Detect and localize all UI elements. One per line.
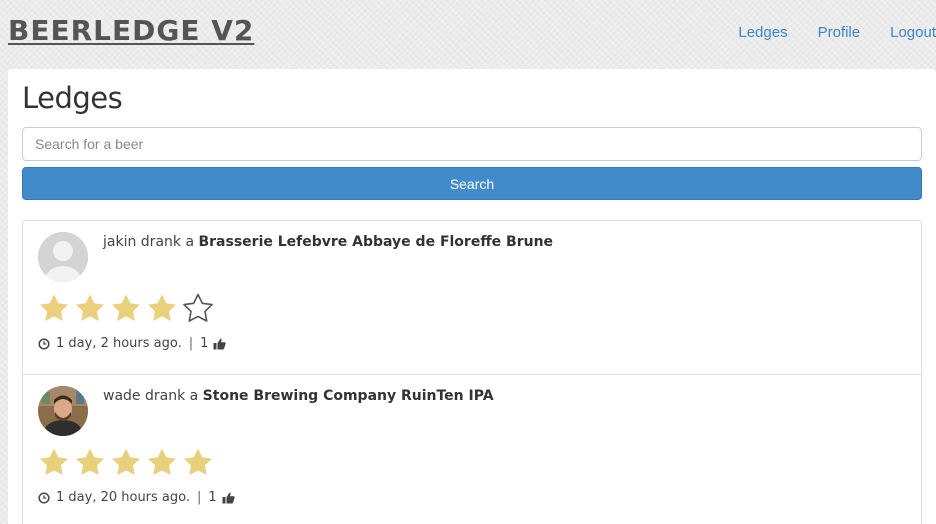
- timestamp: 1 day, 20 hours ago.: [56, 490, 191, 505]
- page-title: Ledges: [22, 81, 123, 115]
- activity-feed: jakin drank a Brasserie Lefebvre Abbaye …: [22, 220, 922, 524]
- like-count: 1: [208, 490, 217, 505]
- star-empty-icon: [183, 293, 213, 322]
- beer-name[interactable]: Brasserie Lefebvre Abbaye de Floreffe Br…: [198, 234, 553, 250]
- meta-separator: |: [197, 490, 202, 505]
- activity-text: wade drank a Stone Brewing Company RuinT…: [103, 388, 494, 404]
- nav-profile-link[interactable]: Profile: [818, 24, 861, 41]
- star-filled-icon: [148, 294, 176, 321]
- activity-text: jakin drank a Brasserie Lefebvre Abbaye …: [103, 234, 553, 250]
- user-avatar[interactable]: [38, 232, 88, 282]
- thumbs-up-icon[interactable]: [222, 492, 235, 504]
- nav-logout-link[interactable]: Logout: [890, 24, 936, 41]
- activity-verb: drank a: [144, 388, 199, 404]
- activity-verb: drank a: [140, 234, 195, 250]
- star-filled-icon: [40, 294, 68, 321]
- timestamp: 1 day, 2 hours ago.: [56, 336, 182, 351]
- star-filled-icon: [112, 294, 140, 321]
- star-filled-icon: [112, 448, 140, 475]
- user-photo: [38, 386, 88, 436]
- star-filled-icon: [184, 448, 212, 475]
- search-button[interactable]: Search: [22, 167, 922, 200]
- feed-item: jakin drank a Brasserie Lefebvre Abbaye …: [23, 221, 921, 375]
- star-rating: [36, 446, 216, 476]
- default-user-icon: [38, 232, 88, 282]
- username[interactable]: jakin: [103, 234, 136, 250]
- beer-name[interactable]: Stone Brewing Company RuinTen IPA: [203, 388, 494, 404]
- meta-separator: |: [188, 336, 194, 351]
- star-rating: [36, 292, 216, 322]
- main-panel: Ledges Search jakin drank a Brasserie Le…: [8, 69, 936, 524]
- username[interactable]: wade: [103, 388, 141, 404]
- feed-item: wade drank a Stone Brewing Company RuinT…: [23, 375, 921, 524]
- like-count: 1: [200, 336, 209, 351]
- star-filled-icon: [40, 448, 68, 475]
- star-filled-icon: [76, 294, 104, 321]
- clock-icon: [38, 491, 50, 504]
- search-input[interactable]: [22, 127, 922, 161]
- thumbs-up-icon[interactable]: [213, 338, 227, 350]
- nav-ledges-link[interactable]: Ledges: [738, 24, 787, 41]
- star-filled-icon: [76, 448, 104, 475]
- clock-icon: [38, 337, 50, 350]
- top-nav: Ledges Profile Logout: [708, 24, 936, 41]
- activity-meta: 1 day, 20 hours ago. | 1: [38, 490, 235, 505]
- activity-meta: 1 day, 2 hours ago. | 1: [38, 336, 227, 351]
- brand-logo[interactable]: BEERLEDGE V2: [8, 14, 254, 47]
- star-filled-icon: [148, 448, 176, 475]
- user-avatar[interactable]: [38, 386, 88, 436]
